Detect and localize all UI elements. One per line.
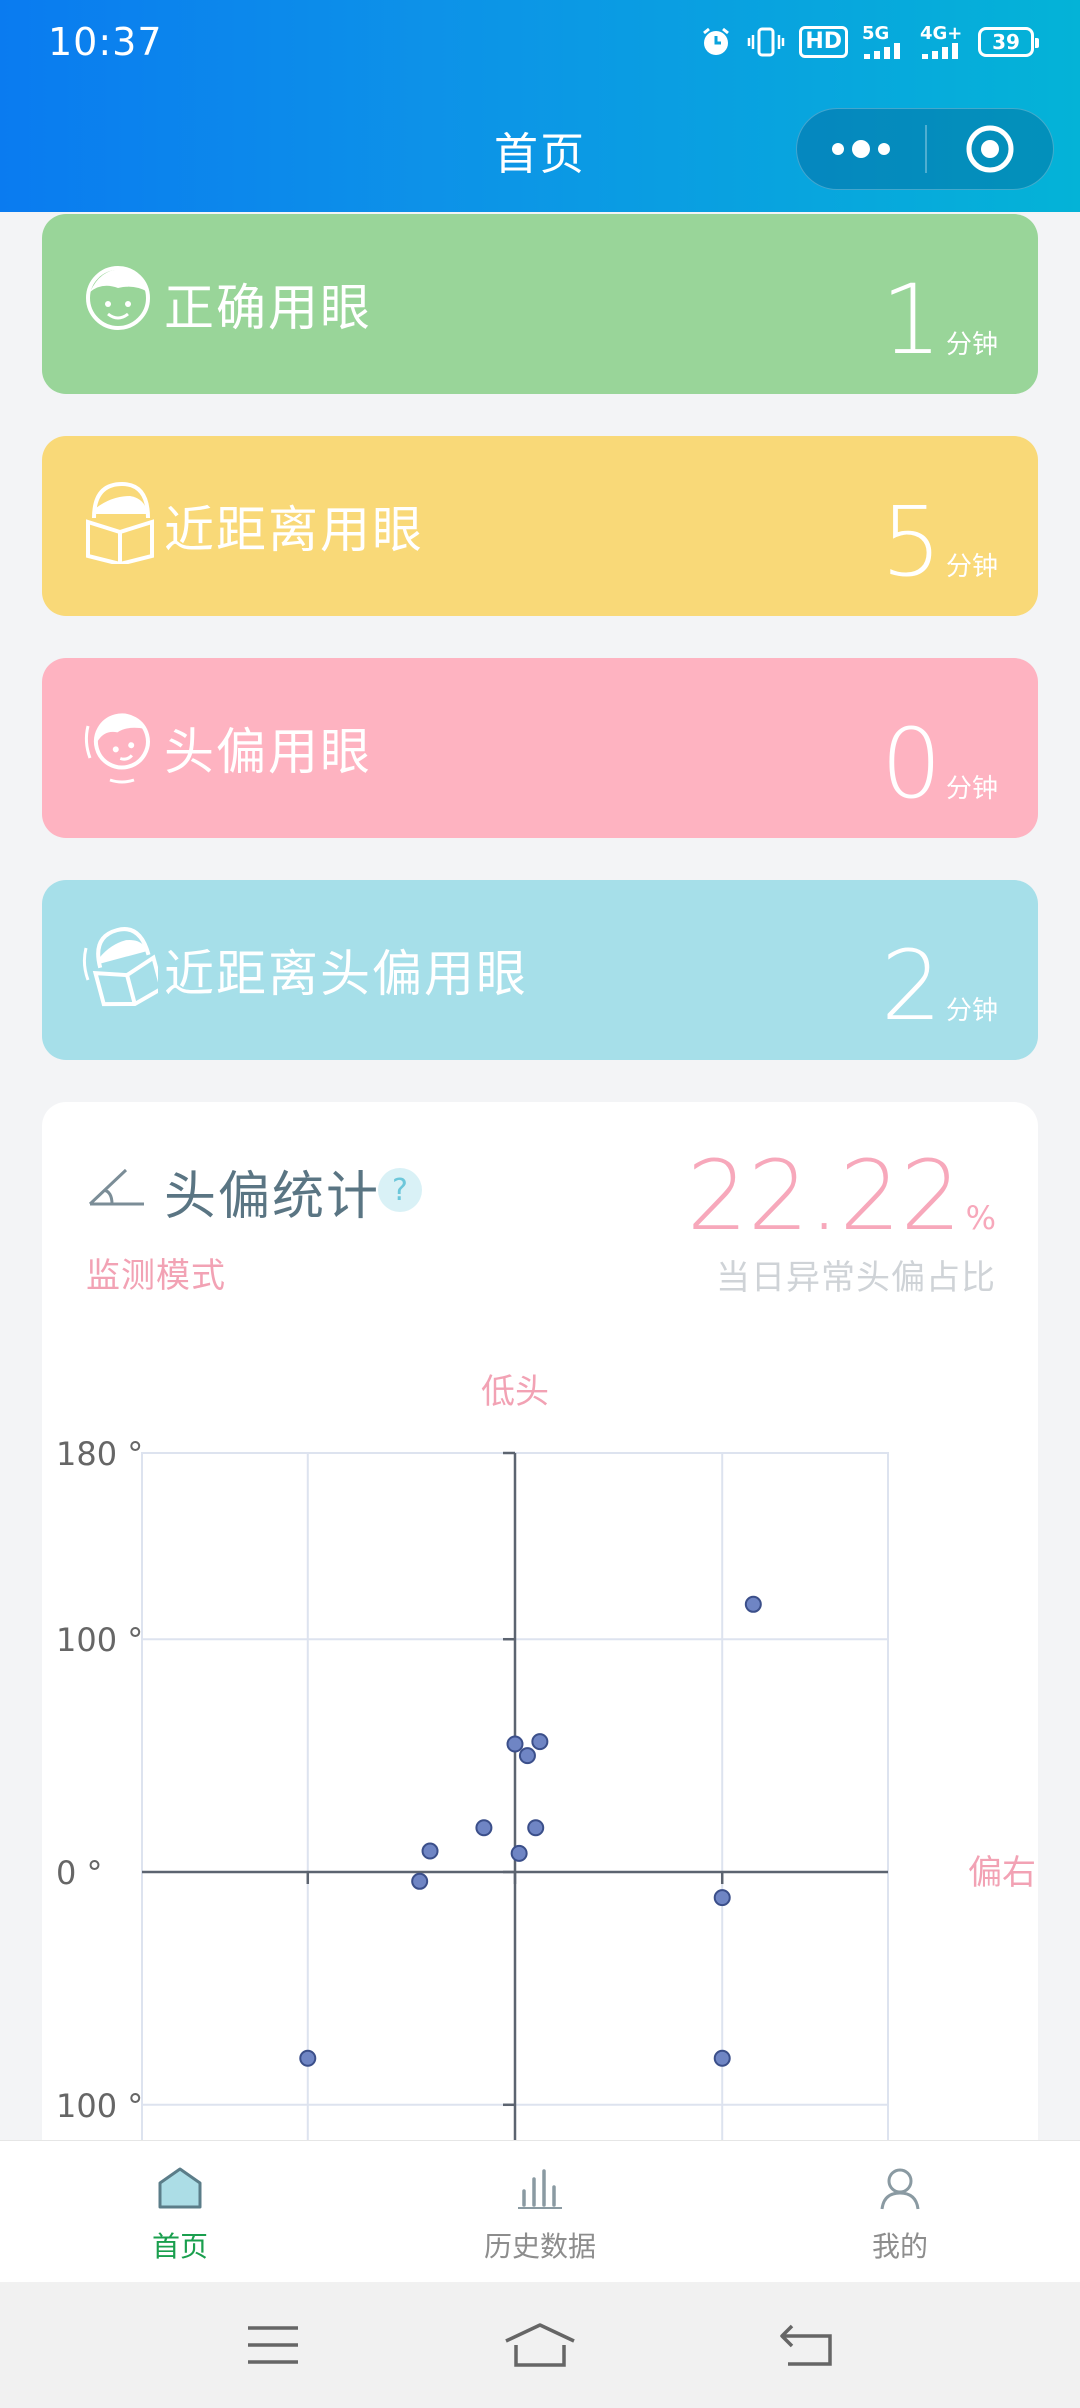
top-direction-label: 低头	[481, 1372, 549, 1412]
tab-mine[interactable]: 我的	[720, 2141, 1080, 2282]
abnormal-tilt-percent: 22.22 %	[686, 1140, 996, 1252]
mini-program-capsule	[796, 108, 1054, 190]
vibrate-icon	[748, 27, 785, 57]
menu-icon[interactable]	[223, 2315, 323, 2375]
home-outline-icon[interactable]	[490, 2315, 590, 2375]
data-point	[518, 1747, 536, 1765]
card-value: 2 分钟	[880, 930, 998, 1042]
data-point	[506, 1735, 524, 1753]
data-point	[411, 1872, 429, 1890]
data-point	[527, 1819, 545, 1837]
data-point	[531, 1733, 549, 1751]
tab-label: 历史数据	[483, 2230, 596, 2263]
face-book-icon	[86, 481, 154, 564]
card-near-use[interactable]: 近距离用眼 5 分钟	[42, 436, 1038, 616]
tab-bar: 首页 历史数据 我的	[0, 2140, 1080, 2282]
card-label: 正确用眼	[164, 279, 372, 337]
card-correct-use[interactable]: 正确用眼 1 分钟	[42, 214, 1038, 394]
card-label: 近距离用眼	[164, 501, 424, 559]
y-tick-label: 180 °	[56, 1435, 143, 1473]
status-icons: HD 5G 4G+ 39	[699, 22, 1039, 62]
tab-label: 我的	[871, 2230, 928, 2263]
status-time: 10:37	[48, 20, 163, 64]
top-bar: 10:37 HD 5G 4G+ 39 首页	[0, 0, 1080, 212]
tab-history[interactable]: 历史数据	[360, 2141, 720, 2282]
abnormal-tilt-percent-label: 当日异常头偏占比	[716, 1258, 996, 1298]
target-circle-icon[interactable]	[927, 109, 1053, 189]
card-label: 近距离头偏用眼	[164, 945, 528, 1003]
tab-label: 首页	[151, 2230, 208, 2263]
tilt-stats-panel: 头偏统计 ? 监测模式 22.22 % 当日异常头偏占比 180 ° 100 ° 0…	[42, 1102, 1038, 2202]
data-point	[713, 1889, 731, 1907]
card-value: 1 分钟	[880, 264, 998, 376]
android-nav-bar	[0, 2282, 1080, 2408]
y-tick-label: 100 °	[56, 1621, 143, 1659]
user-icon	[880, 2168, 920, 2210]
home-icon	[158, 2167, 202, 2209]
tilted-face-icon	[84, 713, 150, 784]
y-tick-label: 0 °	[56, 1854, 103, 1892]
data-point	[421, 1842, 439, 1860]
y-tick-label: 100 °	[56, 2087, 143, 2125]
alarm-icon	[703, 27, 730, 55]
more-dots-icon[interactable]	[797, 109, 925, 189]
tilt-stats-title: 头偏统计	[164, 1167, 381, 1227]
tilted-book-icon	[82, 927, 158, 1007]
card-near-tilt-use[interactable]: 近距离头偏用眼 2 分钟	[42, 880, 1038, 1060]
signal-4g: 4G+	[920, 25, 964, 59]
help-icon[interactable]: ?	[378, 1168, 422, 1212]
back-icon[interactable]	[757, 2315, 857, 2375]
card-label: 头偏用眼	[164, 723, 372, 781]
signal-bars-icon	[922, 43, 958, 59]
data-point	[510, 1844, 528, 1862]
signal-bars-icon	[864, 43, 900, 59]
signal-5g: 5G	[862, 25, 906, 59]
bar-chart-icon	[518, 2169, 562, 2209]
hd-icon: HD	[799, 26, 848, 58]
data-point	[713, 2049, 731, 2067]
angle-icon	[88, 1168, 144, 1206]
card-value: 5 分钟	[880, 486, 998, 598]
battery-icon: 39	[978, 27, 1039, 57]
card-value: 0 分钟	[880, 708, 998, 820]
data-point	[744, 1595, 762, 1613]
tab-home[interactable]: 首页	[0, 2141, 360, 2282]
monitor-mode-label[interactable]: 监测模式	[86, 1248, 226, 1297]
tilt-scatter-chart: 180 ° 100 ° 0 ° 100 ° 低头偏右	[56, 1372, 1036, 2202]
right-direction-label: 偏右	[968, 1853, 1036, 1893]
data-point	[299, 2049, 317, 2067]
data-point	[475, 1819, 493, 1837]
happy-face-icon	[86, 266, 150, 330]
card-tilt-use[interactable]: 头偏用眼 0 分钟	[42, 658, 1038, 838]
